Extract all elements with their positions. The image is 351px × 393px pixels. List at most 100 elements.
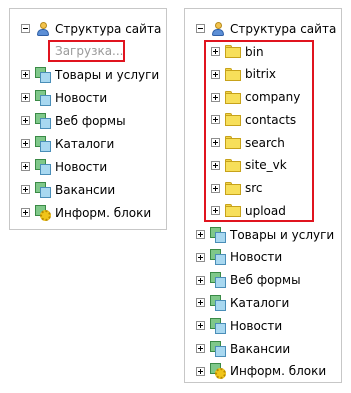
expand-toggle-icon[interactable] [211, 69, 220, 79]
expand-toggle-icon[interactable] [196, 275, 205, 285]
tree-root-label: Структура сайта [230, 21, 337, 36]
tree-folder-row[interactable]: search [211, 131, 285, 154]
tree-section-row-label: Новости [55, 90, 108, 105]
tree-folder-row-label: bitrix [245, 67, 277, 82]
collapse-toggle-icon[interactable] [21, 24, 30, 33]
tree-section-row-label: Новости [230, 250, 283, 265]
iblock-icon [210, 363, 226, 380]
tree-section-row[interactable]: Информ. блоки [196, 360, 326, 383]
tree-section-row[interactable]: Каталоги [21, 132, 114, 155]
tree-section-row[interactable]: Новости [196, 246, 282, 269]
folder-icon [225, 204, 241, 218]
section-icon [210, 249, 226, 266]
expand-toggle-icon[interactable] [21, 116, 30, 125]
expand-toggle-icon[interactable] [196, 298, 205, 308]
left-tree-panel: Структура сайта Загрузка... Товары и усл… [9, 8, 167, 230]
expand-toggle-icon[interactable] [211, 183, 220, 193]
tree-section-row-label: Новости [55, 159, 108, 174]
section-icon [35, 66, 51, 83]
tree-folder-row-label: src [245, 181, 263, 195]
expand-toggle-icon[interactable] [196, 344, 205, 353]
collapse-toggle-icon[interactable] [196, 24, 205, 33]
section-icon [210, 340, 226, 357]
tree-section-row-label: Вакансии [55, 182, 116, 197]
expand-toggle-icon[interactable] [21, 162, 30, 171]
expand-toggle-icon[interactable] [211, 160, 220, 170]
tree-section-row[interactable]: Товары и услуги [21, 63, 159, 86]
section-icon [210, 226, 226, 243]
tree-section-row[interactable]: Информ. блоки [21, 201, 151, 224]
expand-toggle-icon[interactable] [21, 185, 30, 194]
folder-icon [225, 67, 241, 81]
tree-section-row-label: Вакансии [230, 341, 291, 356]
expand-toggle-icon[interactable] [211, 115, 220, 125]
expand-toggle-icon[interactable] [196, 230, 205, 239]
tree-folder-row-label: contacts [245, 112, 297, 127]
folder-icon [225, 90, 241, 104]
tree-section-row[interactable]: Каталоги [196, 291, 289, 314]
expand-toggle-icon[interactable] [211, 92, 220, 102]
section-icon [35, 89, 51, 106]
tree-folder-row[interactable]: src [211, 177, 263, 200]
tree-folder-row[interactable]: site_vk [211, 154, 287, 177]
tree-folder-row-label: search [245, 135, 285, 150]
tree-folder-row[interactable]: bitrix [211, 63, 276, 86]
expand-toggle-icon[interactable] [196, 321, 205, 331]
section-icon [210, 317, 226, 334]
site-user-icon [35, 21, 51, 37]
expand-toggle-icon[interactable] [21, 93, 30, 102]
tree-section-row[interactable]: Новости [21, 86, 107, 109]
tree-folder-row-label: site_vk [245, 158, 287, 173]
tree-section-row[interactable]: Новости [196, 314, 282, 337]
right-tree-panel: Структура сайта bin bitrix company contacts… [184, 8, 342, 383]
expand-toggle-icon[interactable] [211, 47, 220, 56]
tree-folder-row[interactable]: upload [211, 199, 286, 222]
tree-section-row[interactable]: Новости [21, 155, 107, 178]
tree-folder-row[interactable]: company [211, 86, 300, 109]
expand-toggle-icon[interactable] [211, 206, 220, 216]
tree-section-row-label: Веб формы [230, 273, 301, 288]
tree-section-row-label: Информ. блоки [230, 364, 327, 379]
expand-toggle-icon[interactable] [196, 252, 205, 262]
section-icon [210, 272, 226, 289]
expand-toggle-icon[interactable] [21, 139, 30, 148]
tree-section-row[interactable]: Веб формы [196, 269, 301, 292]
site-user-icon [210, 21, 226, 37]
tree-section-row[interactable]: Вакансии [196, 337, 290, 360]
folder-icon [225, 158, 241, 172]
tree-folder-row-label: bin [245, 44, 264, 59]
tree-section-row[interactable]: Вакансии [21, 178, 115, 201]
expand-toggle-icon[interactable] [21, 70, 30, 79]
expand-toggle-icon[interactable] [21, 208, 30, 217]
tree-section-row-label: Товары и услуги [55, 67, 160, 82]
folder-icon [225, 113, 241, 127]
tree-section-row[interactable]: Товары и услуги [196, 223, 334, 246]
folder-icon [225, 181, 241, 195]
iblock-icon [35, 204, 51, 221]
tree-section-row-label: Товары и услуги [230, 227, 335, 242]
tree-folder-row[interactable]: bin [211, 40, 264, 63]
folder-icon [225, 45, 241, 58]
tree-folder-row[interactable]: contacts [211, 108, 296, 131]
section-icon [35, 181, 51, 198]
section-icon [35, 135, 51, 152]
tree-root-label: Структура сайта [55, 21, 162, 36]
tree-root-row[interactable]: Структура сайта [196, 17, 336, 40]
loading-text: Загрузка... [55, 44, 124, 58]
section-icon [210, 294, 226, 311]
expand-toggle-icon[interactable] [196, 366, 205, 376]
tree-section-row[interactable]: Веб формы [21, 109, 126, 132]
tree-folder-row-label: company [245, 90, 301, 104]
folder-icon [225, 136, 241, 149]
section-icon [35, 158, 51, 175]
tree-section-row-label: Информ. блоки [55, 205, 152, 220]
loading-indicator: Загрузка... [48, 40, 125, 62]
tree-section-row-label: Новости [230, 318, 283, 333]
tree-folder-row-label: upload [245, 203, 286, 218]
tree-section-row-label: Каталоги [230, 295, 290, 310]
tree-root-row[interactable]: Структура сайта [21, 17, 161, 40]
expand-toggle-icon[interactable] [211, 138, 220, 147]
section-icon [35, 112, 51, 129]
tree-section-row-label: Каталоги [55, 136, 115, 151]
tree-section-row-label: Веб формы [55, 113, 126, 128]
